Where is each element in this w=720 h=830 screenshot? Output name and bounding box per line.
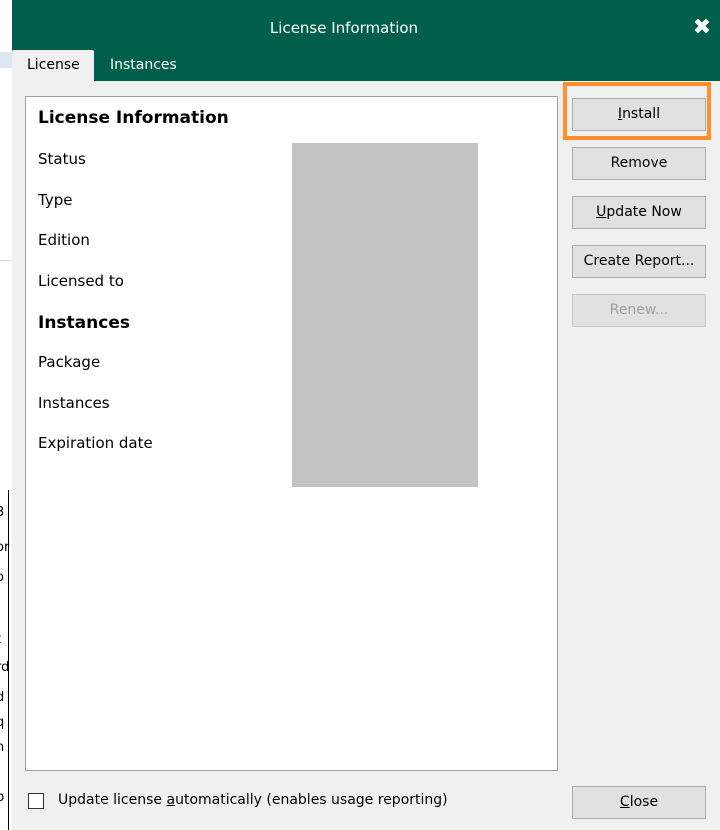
instances-heading: Instances [38, 313, 130, 333]
tab-license[interactable]: License [12, 50, 94, 81]
update-now-button[interactable]: Update Now [572, 196, 706, 229]
licensed-to-label: Licensed to [38, 272, 124, 290]
package-label: Package [38, 353, 101, 371]
background-divider [0, 260, 12, 261]
remove-button[interactable]: Remove [572, 147, 706, 180]
background-text: n [0, 740, 5, 755]
type-label: Type [38, 191, 73, 209]
license-details-panel: License Information Status Type Edition … [25, 96, 558, 771]
renew-button[interactable]: Renew... [572, 294, 706, 327]
create-report-button[interactable]: Create Report... [572, 245, 706, 278]
background-window: 3 or o t rd d q n p [0, 0, 12, 830]
instances-label: Instances [38, 394, 110, 412]
window-title: License Information [269, 19, 419, 37]
background-text: or [0, 540, 10, 555]
background-divider [8, 490, 9, 830]
expiration-date-label: Expiration date [38, 434, 153, 452]
edition-label: Edition [38, 231, 90, 249]
install-button[interactable]: Install [572, 98, 706, 131]
background-text: 3 [0, 505, 5, 520]
background-text: q [0, 715, 5, 730]
close-icon[interactable]: ✖ [690, 16, 714, 40]
license-information-dialog: License Information ✖ License Instances … [12, 0, 720, 830]
background-text: rd [0, 660, 10, 675]
redacted-values [292, 143, 478, 487]
background-text: p [0, 790, 5, 805]
background-text: t [0, 632, 12, 647]
tab-instances[interactable]: Instances [95, 50, 192, 81]
status-label: Status [38, 150, 86, 168]
auto-update-label[interactable]: Update license automatically (enables us… [58, 792, 448, 808]
auto-update-checkbox[interactable] [28, 793, 44, 809]
background-text: o [0, 570, 12, 585]
background-text: d [0, 690, 5, 705]
title-bar[interactable]: License Information ✖ License Instances [12, 0, 720, 81]
license-information-heading: License Information [38, 108, 229, 128]
background-toolbar [0, 52, 12, 68]
close-button[interactable]: Close [572, 786, 706, 819]
